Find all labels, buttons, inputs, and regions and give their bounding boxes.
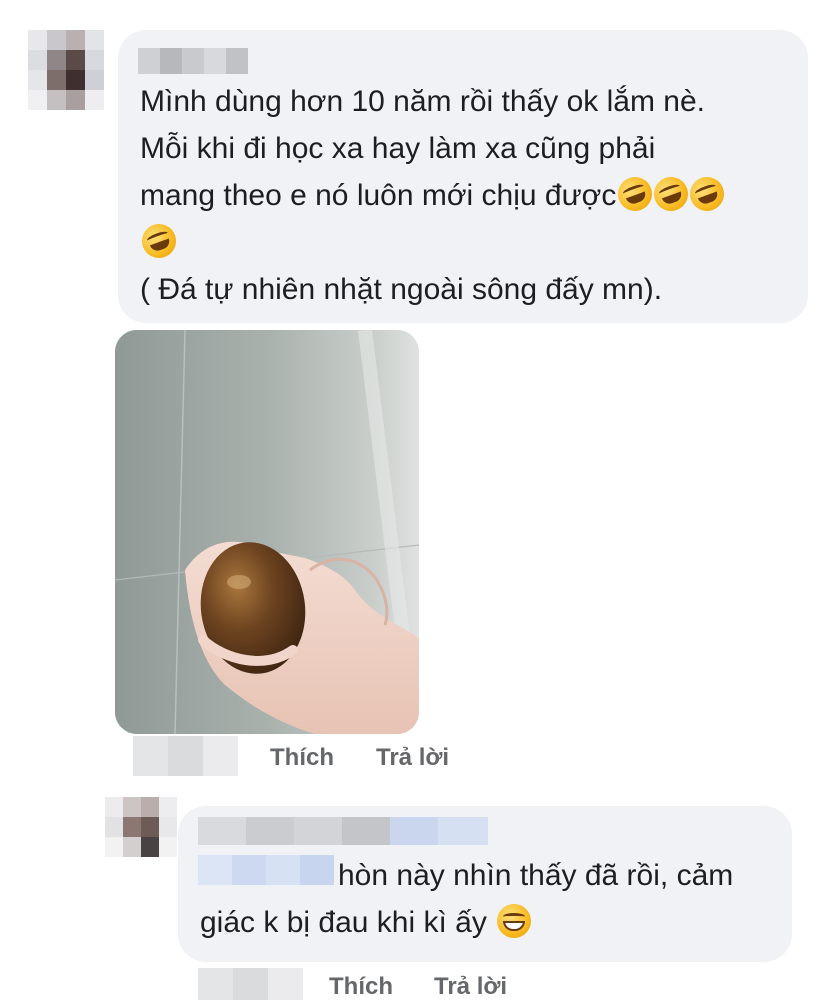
comment-line: mang theo e nó luôn mới chịu được: [140, 179, 617, 212]
like-link[interactable]: Thích: [270, 744, 334, 772]
author-name-blurred[interactable]: [198, 817, 488, 845]
stone-in-hand-image: [115, 330, 419, 734]
reply-link[interactable]: Trả lời: [434, 973, 507, 1001]
comment-text: hòn này nhìn thấy đã rồi, cảm: [338, 859, 734, 892]
avatar[interactable]: [105, 797, 177, 857]
comment-photo[interactable]: [115, 330, 419, 734]
comment-line: Mình dùng hơn 10 năm rồi thấy ok lắm nè.: [140, 85, 705, 118]
timestamp-blurred: [198, 968, 303, 1000]
comment-line: giác k bị đau khi kì ấy: [200, 906, 487, 939]
author-name-blurred[interactable]: [138, 48, 248, 74]
avatar[interactable]: [28, 30, 104, 110]
rolling-on-floor-laughing-icon: [649, 172, 694, 216]
comment-line: Mỗi khi đi học xa hay làm xa cũng phải: [140, 132, 656, 165]
like-link[interactable]: Thích: [329, 973, 393, 1001]
comment-text: giác k bị đau khi kì ấy: [200, 899, 780, 946]
comment-text: Mình dùng hơn 10 năm rồi thấy ok lắm nè.…: [137, 78, 790, 313]
grinning-face-icon: [497, 904, 532, 938]
rolling-on-floor-laughing-icon: [685, 172, 730, 216]
timestamp-blurred: [133, 736, 238, 776]
rolling-on-floor-laughing-icon: [613, 172, 658, 216]
mention-blurred[interactable]: [198, 855, 334, 885]
reply-link[interactable]: Trả lời: [376, 744, 449, 772]
rolling-on-floor-laughing-icon: [137, 219, 181, 263]
comment-line: ( Đá tự nhiên nhặt ngoài sông đấy mn).: [140, 273, 663, 306]
